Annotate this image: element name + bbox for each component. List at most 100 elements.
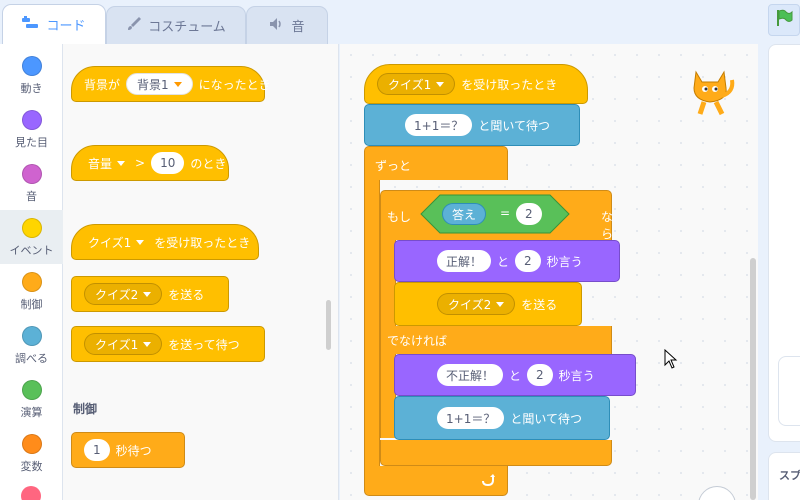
dropdown-value: 背景1 [137,77,169,92]
loudness-threshold-input[interactable]: 10 [151,152,185,174]
dropdown-value: クイズ2 [95,287,139,302]
green-flag-button[interactable] [768,4,800,36]
block-text: 秒言う [558,368,595,383]
dropdown-arrow-icon [143,291,152,297]
dropdown-arrow-icon [136,239,145,245]
message-dropdown[interactable]: クイズ1 [84,333,163,355]
category-myblocks-dot-icon [21,486,41,500]
tab-costumes[interactable]: コスチューム [106,6,246,44]
dropdown-arrow-icon [436,81,445,87]
else-bar: でなければ [380,326,612,354]
equals-sign: = [500,206,511,220]
category-label: 演算 [20,406,43,419]
sprite-pane-label: スプ [779,469,800,482]
dropdown-arrow-icon [143,341,152,347]
when-loudness-block[interactable]: 音量 > 10 のとき [71,145,229,181]
script-say-for-secs-block[interactable]: 正解！ と 2 秒言う [394,240,620,282]
sound-dot-icon [21,164,42,184]
category-events[interactable]: イベント [0,210,63,264]
if-label: もし [387,210,412,224]
backdrop-dropdown[interactable]: 背景1 [126,73,193,95]
block-text: を送って待つ [168,337,240,352]
compare-value-input[interactable]: 2 [516,203,542,225]
palette-scrollbar[interactable] [326,300,331,350]
message-dropdown[interactable]: クイズ2 [84,283,163,305]
brush-icon [126,16,142,36]
category-label: 音 [26,190,37,203]
events-dot-icon [21,218,42,238]
loop-arrow-icon [481,472,495,491]
operators-dot-icon [21,380,42,400]
message-dropdown[interactable]: クイズ1 [84,231,148,253]
block-text: のとき [190,156,227,171]
ask-question-input[interactable]: 1+1＝？ [405,114,473,136]
dropdown-value: クイズ1 [95,337,139,352]
when-backdrop-switches-block[interactable]: 背景が 背景1 になったとき [71,66,271,102]
dropdown-arrow-icon [496,301,505,307]
broadcast-and-wait-block[interactable]: クイズ1 を送って待つ [71,326,265,362]
answer-reporter[interactable]: 答え [442,203,487,225]
forever-arm [364,180,380,480]
category-sound[interactable]: 音 [0,156,63,210]
if-else-bottom [380,440,612,466]
script-ask-and-wait-block[interactable]: 1+1＝？ と聞いて待つ [364,104,580,146]
block-text: 秒待つ [115,443,152,458]
category-label: 変数 [20,460,43,473]
equals-operator-block[interactable]: 答え = 2 [420,194,570,234]
script-forever-block[interactable]: ずっと [364,146,508,180]
script-ask-and-wait-block-2[interactable]: 1+1＝？ と聞いて待つ [394,396,610,440]
tab-code[interactable]: コード [2,4,106,44]
when-i-receive-block[interactable]: クイズ1 を受け取ったとき [71,224,259,260]
forever-label: ずっと [375,159,412,173]
stage-selector[interactable] [778,356,800,426]
dropdown-value: 音量 [88,156,113,171]
say-seconds-input[interactable]: 2 [515,250,541,272]
control-section-heading: 制御 [73,402,98,416]
workspace-scrollbar[interactable] [750,258,756,500]
sensing-dot-icon [21,326,42,346]
ask-question-input[interactable]: 1+1＝？ [437,407,505,429]
block-text: と [497,254,510,269]
category-looks[interactable]: 見た目 [0,102,63,156]
say-message-input[interactable]: 正解！ [437,250,492,272]
category-menu: 動き 見た目 音 イベント 制御 調べる 演算 変数 [0,44,63,500]
wait-block[interactable]: 1 秒待つ [71,432,185,468]
script-broadcast-block[interactable]: クイズ2 を送る [394,282,582,326]
looks-dot-icon [21,110,42,130]
say-seconds-input[interactable]: 2 [527,364,553,386]
loudness-dropdown[interactable]: 音量 [84,152,129,174]
category-motion[interactable]: 動き [0,48,63,102]
category-label: 動き [20,82,43,95]
block-text: 背景が [84,77,121,92]
category-variables[interactable]: 変数 [0,426,63,480]
block-text: を送る [521,297,558,312]
tab-sounds-label: 音 [291,20,305,35]
motion-dot-icon [21,56,42,76]
editor-tabs: コード コスチューム 音 [0,0,340,44]
tab-sounds[interactable]: 音 [246,6,328,44]
broadcast-block[interactable]: クイズ2 を送る [71,276,229,312]
forever-bottom [364,466,508,496]
block-text: を送る [168,287,205,302]
control-dot-icon [21,272,42,292]
category-sensing[interactable]: 調べる [0,318,63,372]
script-when-i-receive-block[interactable]: クイズ1 を受け取ったとき [364,64,588,104]
block-text: を受け取ったとき [461,77,558,92]
category-label: 調べる [15,352,48,365]
category-control[interactable]: 制御 [0,264,63,318]
block-text: と聞いて待つ [510,411,582,426]
category-operators[interactable]: 演算 [0,372,63,426]
block-text: と [509,368,522,383]
tab-costumes-label: コスチューム [148,20,226,35]
block-text: と聞いて待つ [478,118,550,133]
then-label: なら [601,210,614,241]
say-message-input[interactable]: 不正解！ [437,364,504,386]
variables-dot-icon [21,434,42,454]
wait-seconds-input[interactable]: 1 [84,439,110,461]
sprite-cat-icon [682,62,738,122]
script-say-for-secs-block-2[interactable]: 不正解！ と 2 秒言う [394,354,636,396]
script-broadcast-dropdown[interactable]: クイズ2 [437,293,516,315]
script-message-dropdown[interactable]: クイズ1 [377,73,456,95]
dropdown-value: クイズ2 [448,297,492,312]
block-text: になったとき [198,77,271,92]
